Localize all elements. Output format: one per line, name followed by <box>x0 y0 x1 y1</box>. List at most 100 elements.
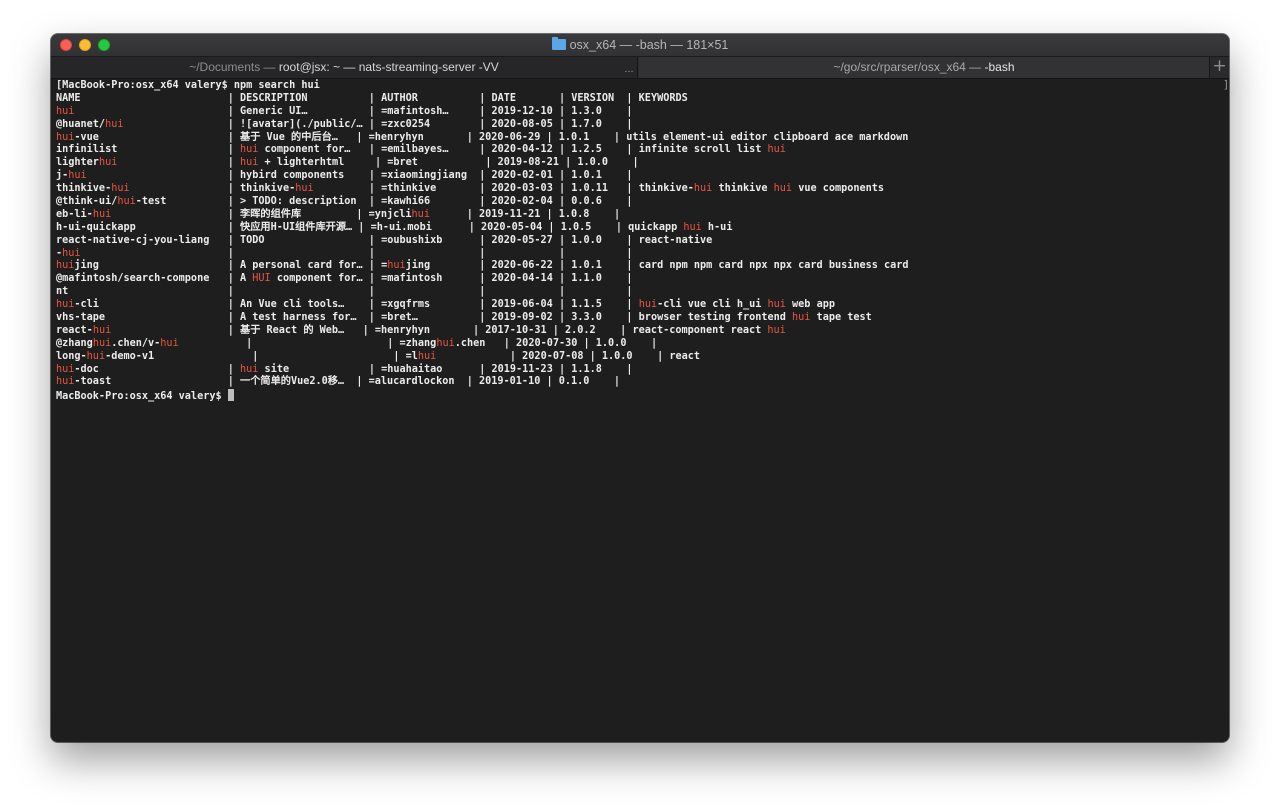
match-highlight: hui <box>105 118 124 130</box>
new-tab-button[interactable]: + <box>1209 57 1229 78</box>
terminal-text: | | =zhang <box>178 337 437 349</box>
terminal-line: hui-doc | hui site | =huahaitao | 2019-1… <box>56 364 909 377</box>
terminal-text: j- <box>56 170 69 182</box>
terminal-content[interactable]: [MacBook-Pro:osx_x64 valery$ npm search … <box>51 79 1229 742</box>
terminal-line: long-hui-demo-v1 | | =lhui | 2020-07-08 … <box>56 351 909 364</box>
terminal-text: tape test <box>810 312 872 324</box>
terminal-text: component for… | =emilbayes… | 2020-04-1… <box>258 144 768 156</box>
terminal-text: | =thinkive | 2020-03-03 | 1.0.11 | thin… <box>313 183 694 195</box>
terminal-text: | 2019-11-21 | 1.0.8 | <box>429 208 621 220</box>
terminal-text: thinkive- <box>56 183 112 195</box>
terminal-text: react- <box>56 324 93 336</box>
terminal-text: thinkive <box>712 183 774 195</box>
match-highlight: hui <box>56 363 75 375</box>
terminal-line: hui-toast | 一个简单的Vue2.0移… | =alucardlock… <box>56 376 909 389</box>
match-highlight: hui <box>387 260 406 272</box>
match-highlight: hui <box>767 299 786 311</box>
terminal-text: @mafintosh/search-compone | A <box>56 273 253 285</box>
terminal-text: .chen/v- <box>111 337 161 349</box>
tab-overflow-icon[interactable]: ... <box>621 57 637 78</box>
terminal-window: osx_x64 — -bash — 181×51 ~/Documents — r… <box>51 34 1229 742</box>
terminal-text: | thinkive- <box>129 183 296 195</box>
terminal-text: jing | 2020-06-22 | 1.0.1 | card npm npm… <box>405 260 909 272</box>
match-highlight: hui <box>767 324 786 336</box>
match-highlight: hui <box>295 183 314 195</box>
terminal-line: vhs-tape | A test harness for… | =bret… … <box>56 312 909 325</box>
terminal-text: eb-li- <box>56 208 93 220</box>
terminal-text: | hybird components | =xiaomingjiang | 2… <box>86 170 633 182</box>
terminal-text: | 李晖的组件库 | =ynjcli <box>111 208 412 220</box>
terminal-text: web app <box>785 299 835 311</box>
terminal-text: | 2020-07-08 | 1.0.0 | react <box>436 350 701 362</box>
match-highlight: hui <box>98 157 118 169</box>
match-highlight: hui <box>92 324 112 336</box>
terminal-right-bracket: ] <box>1223 80 1229 91</box>
terminal-text: -vue | 基于 Vue 的中后台… | =henryhyn | 2020-0… <box>74 131 909 143</box>
terminal-line: -hui | | | | | <box>56 248 909 261</box>
terminal-line: react-hui | 基于 React 的 Web… | =henryhyn … <box>56 325 909 338</box>
terminal-line: @think-ui/hui-test | > TODO: description… <box>56 196 909 209</box>
match-highlight: hui <box>62 247 81 259</box>
match-highlight: hui <box>117 196 136 208</box>
terminal-text: nt | | | | | <box>56 286 633 298</box>
terminal-line: infinilist | hui component for… | =emilb… <box>56 144 909 157</box>
match-highlight: HUI <box>252 273 271 285</box>
terminal-text: @zhang <box>56 337 93 349</box>
terminal-text: jing | A personal card for… | = <box>74 260 388 272</box>
match-highlight: hui <box>160 337 179 349</box>
tab-nats-streaming-server[interactable]: ~/Documents — root@jsx: ~ — nats-streami… <box>51 57 638 78</box>
terminal-line: MacBook-Pro:osx_x64 valery$ <box>56 389 909 402</box>
terminal-text: -demo-v1 | | =l <box>105 350 418 362</box>
match-highlight: hui <box>56 260 75 272</box>
terminal-line: huijing | A personal card for… | =huijin… <box>56 260 909 273</box>
terminal-line: NAME | DESCRIPTION | AUTHOR | DATE | VER… <box>56 93 909 106</box>
terminal-text: MacBook-Pro:osx_x64 valery$ <box>56 391 228 403</box>
terminal-output: [MacBook-Pro:osx_x64 valery$ npm search … <box>56 80 909 402</box>
terminal-text: h-ui-quickapp | 快应用H-UI组件库开源… | =h-ui.mo… <box>56 221 684 233</box>
terminal-line: @huanet/hui | ![avatar](./public/… | =zx… <box>56 119 909 132</box>
match-highlight: hui <box>240 144 259 156</box>
match-highlight: hui <box>240 157 259 169</box>
tab-bash[interactable]: ~/go/src/rparser/osx_x64 — -bash <box>639 57 1209 78</box>
terminal-text: long- <box>56 350 87 362</box>
window-title-row: osx_x64 — -bash — 181×51 <box>51 34 1229 56</box>
match-highlight: hui <box>56 299 75 311</box>
terminal-line: hui-cli | An Vue cli tools… | =xgqfrms |… <box>56 299 909 312</box>
terminal-line: nt | | | | | <box>56 286 909 299</box>
terminal-text: lighter <box>56 157 99 169</box>
title-bar[interactable]: osx_x64 — -bash — 181×51 <box>51 34 1229 57</box>
terminal-text: -cli vue cli h_ui <box>657 299 768 311</box>
terminal-text: vue components <box>792 183 885 195</box>
match-highlight: hui <box>56 376 75 388</box>
match-highlight: hui <box>56 105 75 117</box>
match-highlight: hui <box>56 131 75 143</box>
terminal-text: | ![avatar](./public/… | =zxc0254 | 2020… <box>123 118 633 130</box>
match-highlight: hui <box>86 350 106 362</box>
terminal-line: lighterhui | hui + lighterhtml | =bret |… <box>56 157 909 170</box>
terminal-text: -test | > TODO: description | =kawhi66 |… <box>135 196 633 208</box>
match-highlight: hui <box>240 363 259 375</box>
terminal-line: hui | Generic UI… | =mafintosh… | 2019-1… <box>56 106 909 119</box>
terminal-text: component for… | =mafintosh | 2020-04-14… <box>270 273 633 285</box>
terminal-text: | Generic UI… | =mafintosh… | 2019-12-10… <box>74 105 633 117</box>
terminal-line: thinkive-hui | thinkive-hui | =thinkive … <box>56 183 909 196</box>
terminal-text: | 基于 React 的 Web… | =henryhyn | 2017-10-… <box>111 324 768 336</box>
terminal-text: @huanet/ <box>56 118 106 130</box>
match-highlight: hui <box>92 208 112 220</box>
tab-label-bold: -bash <box>984 60 1015 74</box>
tab-bar: ~/Documents — root@jsx: ~ — nats-streami… <box>51 57 1229 79</box>
terminal-text: .chen | 2020-07-30 | 1.0.0 | <box>454 337 658 349</box>
terminal-text: + lighterhtml | =bret | 2019-08-21 | 1.0… <box>258 157 639 169</box>
tab-label-plain: ~/go/src/rparser/osx_x64 — <box>833 60 985 74</box>
match-highlight: hui <box>693 183 713 195</box>
match-highlight: hui <box>773 183 793 195</box>
match-highlight: hui <box>767 144 786 156</box>
terminal-line: j-hui | hybird components | =xiaomingjia… <box>56 170 909 183</box>
match-highlight: hui <box>411 208 430 220</box>
terminal-line: @zhanghui.chen/v-hui | | =zhanghui.chen … <box>56 338 909 351</box>
terminal-line: h-ui-quickapp | 快应用H-UI组件库开源… | =h-ui.mo… <box>56 222 909 235</box>
terminal-text: -cli | An Vue cli tools… | =xgqfrms | 20… <box>74 299 639 311</box>
match-highlight: hui <box>68 170 87 182</box>
folder-icon <box>551 37 566 50</box>
match-highlight: hui <box>792 312 811 324</box>
